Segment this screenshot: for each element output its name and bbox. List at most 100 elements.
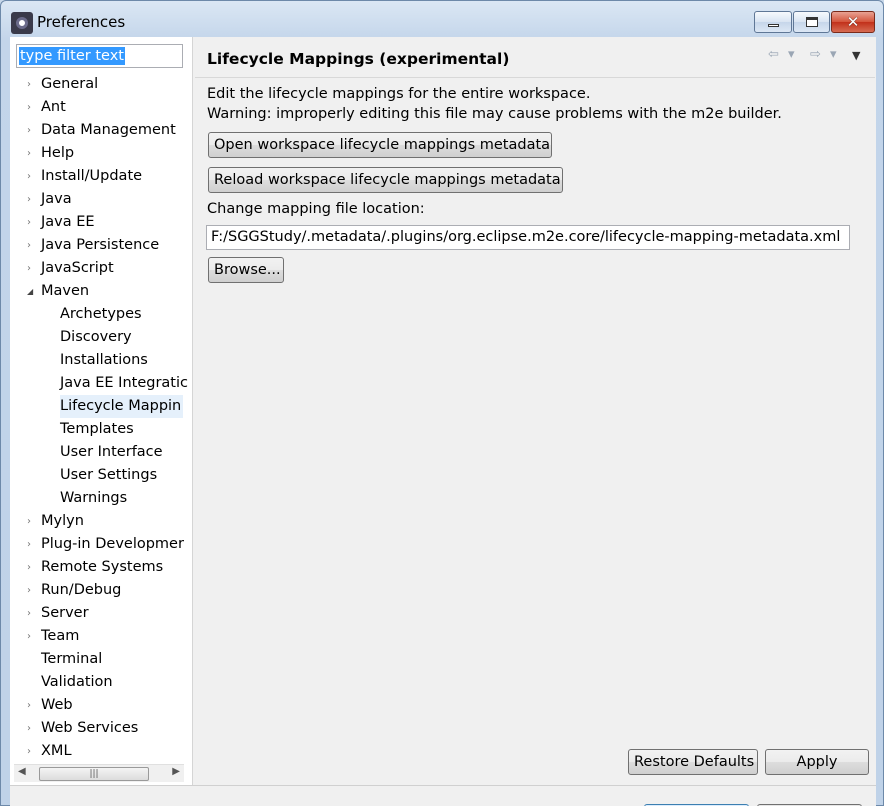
tree-item-label: Java Persistence [41, 237, 160, 253]
tree-item[interactable]: Lifecycle Mappin [10, 395, 192, 418]
tree-item-label: Validation [41, 674, 113, 690]
dialog-client-area: type filter text ›General›Ant›Data Manag… [10, 37, 876, 806]
minimize-icon [767, 23, 779, 27]
scroll-right-arrow-icon[interactable]: ▶ [172, 766, 180, 777]
tree-item-label: Remote Systems [41, 559, 164, 575]
page-title: Lifecycle Mappings (experimental) [207, 50, 510, 68]
tree-item[interactable]: › Help [10, 142, 192, 165]
collapsed-arrow-icon[interactable]: › [27, 717, 37, 740]
tree-item[interactable]: Discovery [10, 326, 192, 349]
collapsed-arrow-icon[interactable]: › [27, 234, 37, 257]
collapsed-arrow-icon[interactable]: › [27, 579, 37, 602]
minimize-button[interactable] [754, 11, 792, 33]
tree-item[interactable]: › Plug-in Developmer [10, 533, 192, 556]
tree-item[interactable]: › Web Services [10, 717, 192, 740]
tree-item[interactable]: › Install/Update [10, 165, 192, 188]
window-title: Preferences [37, 13, 126, 31]
tree-item[interactable]: › Web [10, 694, 192, 717]
tree-item[interactable]: User Settings [10, 464, 192, 487]
tree-item[interactable]: Installations [10, 349, 192, 372]
reload-metadata-button[interactable]: Reload workspace lifecycle mappings meta… [208, 167, 563, 193]
maximize-button[interactable] [793, 11, 830, 33]
eclipse-app-icon [11, 12, 33, 34]
collapsed-arrow-icon[interactable]: › [27, 740, 37, 763]
close-icon: ✕ [846, 12, 860, 31]
maximize-icon [805, 17, 818, 27]
collapsed-arrow-icon[interactable]: › [27, 510, 37, 533]
collapsed-arrow-icon[interactable]: › [27, 533, 37, 556]
view-menu-icon[interactable]: ▼ [852, 49, 860, 62]
tree-item-label: Mylyn [41, 513, 84, 529]
tree-item-label: Data Management [41, 122, 176, 138]
back-arrow-icon[interactable]: ⇦ [768, 47, 779, 62]
tree-horizontal-scrollbar[interactable]: ◀ ||| ▶ [14, 764, 184, 782]
collapsed-arrow-icon[interactable]: › [27, 188, 37, 211]
scroll-thumb[interactable]: ||| [39, 767, 149, 781]
tree-item[interactable]: ◢ Maven [10, 280, 192, 303]
tree-item[interactable]: Templates [10, 418, 192, 441]
tree-item-label: Templates [60, 421, 134, 437]
tree-item[interactable]: › Remote Systems [10, 556, 192, 579]
tree-item-label: Archetypes [60, 306, 142, 322]
collapsed-arrow-icon[interactable]: › [27, 257, 37, 280]
tree-item-label: Installations [60, 352, 148, 368]
mapping-file-path-field[interactable]: F:/SGGStudy/.metadata/.plugins/org.eclip… [206, 225, 850, 250]
tree-item-label: Run/Debug [41, 582, 122, 598]
tree-item[interactable]: Java EE Integratic [10, 372, 192, 395]
tree-item-label: User Interface [60, 444, 163, 460]
tree-item[interactable]: › Data Management [10, 119, 192, 142]
tree-item[interactable]: Warnings [10, 487, 192, 510]
scroll-left-arrow-icon[interactable]: ◀ [18, 766, 26, 777]
open-metadata-button[interactable]: Open workspace lifecycle mappings metada… [208, 132, 552, 158]
tree-item-label: General [41, 76, 99, 92]
collapsed-arrow-icon[interactable]: › [27, 119, 37, 142]
back-menu-icon[interactable]: ▾ [788, 47, 795, 62]
description-line-1: Edit the lifecycle mappings for the enti… [207, 86, 591, 102]
title-divider [195, 77, 875, 78]
tree-item-label: Lifecycle Mappin [60, 395, 184, 418]
tree-item[interactable]: Validation [10, 671, 192, 694]
tree-item[interactable]: Archetypes [10, 303, 192, 326]
collapsed-arrow-icon[interactable]: › [27, 556, 37, 579]
browse-button[interactable]: Browse... [208, 257, 284, 283]
tree-item[interactable]: User Interface [10, 441, 192, 464]
tree-item-label: Terminal [41, 651, 103, 667]
tree-item-label: JavaScript [41, 260, 114, 276]
tree-item[interactable]: › XML [10, 740, 192, 763]
tree-item-label: Install/Update [41, 168, 143, 184]
tree-item-label: User Settings [60, 467, 158, 483]
tree-item-label: Team [41, 628, 80, 644]
collapsed-arrow-icon[interactable]: › [27, 73, 37, 96]
collapsed-arrow-icon[interactable]: › [27, 96, 37, 119]
collapsed-arrow-icon[interactable]: › [27, 625, 37, 648]
tree-item[interactable]: › Java [10, 188, 192, 211]
forward-arrow-icon[interactable]: ⇨ [810, 47, 821, 62]
collapsed-arrow-icon[interactable]: › [27, 694, 37, 717]
change-location-label: Change mapping file location: [207, 201, 425, 217]
collapsed-arrow-icon[interactable]: › [27, 165, 37, 188]
tree-item-label: Java EE Integratic [60, 375, 188, 391]
tree-item[interactable]: › Java EE [10, 211, 192, 234]
preferences-tree[interactable]: › General › Ant › Data Management › Help › Instal… [10, 73, 192, 765]
tree-item[interactable]: › Java Persistence [10, 234, 192, 257]
forward-menu-icon[interactable]: ▾ [830, 47, 837, 62]
tree-item-label: Warnings [60, 490, 128, 506]
tree-item[interactable]: › Ant [10, 96, 192, 119]
collapsed-arrow-icon[interactable]: › [27, 142, 37, 165]
restore-defaults-button[interactable]: Restore Defaults [628, 749, 758, 775]
tree-item[interactable]: › Run/Debug [10, 579, 192, 602]
tree-item[interactable]: › Team [10, 625, 192, 648]
tree-item[interactable]: › Mylyn [10, 510, 192, 533]
tree-item[interactable]: › General [10, 73, 192, 96]
collapsed-arrow-icon[interactable]: › [27, 211, 37, 234]
tree-item[interactable]: › Server [10, 602, 192, 625]
tree-item-label: Java [41, 191, 72, 207]
expanded-arrow-icon[interactable]: ◢ [27, 280, 37, 303]
title-bar[interactable]: Preferences ✕ [1, 1, 883, 37]
tree-item[interactable]: › JavaScript [10, 257, 192, 280]
tree-item[interactable]: Terminal [10, 648, 192, 671]
filter-input[interactable] [16, 44, 183, 68]
close-button[interactable]: ✕ [831, 11, 875, 33]
collapsed-arrow-icon[interactable]: › [27, 602, 37, 625]
apply-button[interactable]: Apply [765, 749, 869, 775]
